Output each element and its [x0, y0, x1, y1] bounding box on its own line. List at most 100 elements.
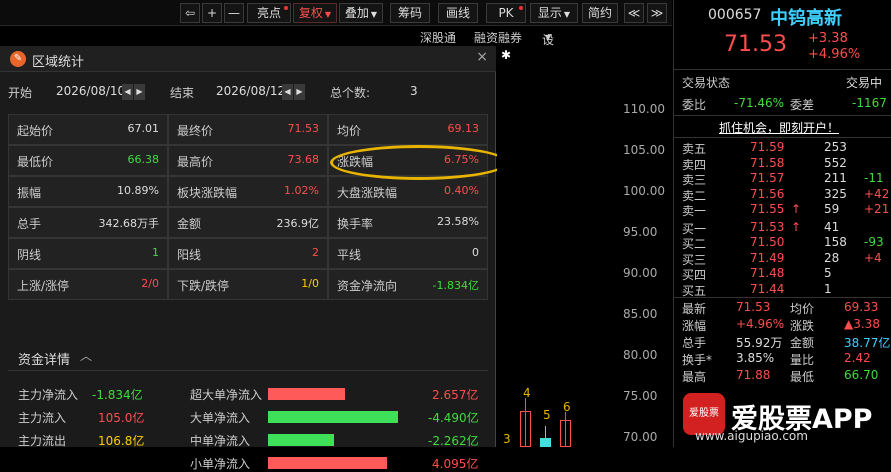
chouma-button[interactable]: 筹码	[390, 3, 430, 23]
open-account-banner[interactable]: 抓住机会，即刻开户！	[719, 119, 839, 136]
fuquan-button[interactable]: 复权 ▼	[293, 3, 337, 23]
stat-value: 67.01	[127, 122, 160, 135]
panel-titlebar[interactable]: ✎ 区域统计 ×	[0, 46, 496, 72]
stat-value: 55.92万	[736, 336, 783, 350]
stat-value: 2.42	[844, 351, 871, 365]
diejia-button[interactable]: 叠加 ▼	[339, 3, 383, 23]
toolbar: ⇦ + — 亮点 复权 ▼ 叠加 ▼ 筹码 画线 PK 显示 ▼ 简约 ≪ ≫	[0, 0, 672, 26]
ask-price: 71.58	[750, 155, 785, 170]
bid-volume: 1	[824, 281, 832, 296]
pk-button[interactable]: PK	[486, 3, 526, 23]
stat-value: 3.85%	[736, 351, 775, 365]
watermark-url: www.aigupiao.com	[695, 429, 808, 443]
next-button[interactable]: ≫	[647, 3, 667, 23]
divider	[8, 370, 488, 371]
flow-label: 大单净流入	[190, 411, 251, 425]
jianyue-button[interactable]: 简约	[582, 3, 618, 23]
stat-cell: 总手 342.68万手	[8, 207, 168, 238]
stat-label: 涨幅	[682, 319, 707, 333]
stat-value: 0	[472, 246, 479, 259]
xianshi-label: 显示	[537, 6, 562, 20]
end-label: 结束	[170, 86, 195, 100]
chevron-up-icon[interactable]: ︿	[80, 347, 92, 364]
xianshi-button[interactable]: 显示 ▼	[530, 3, 578, 23]
pk-label: PK	[498, 6, 514, 20]
back-button[interactable]: ⇦	[180, 3, 200, 23]
y-tick: 105.00	[623, 143, 665, 157]
ask-delta: +21	[864, 202, 890, 216]
fund-label: 主力流入	[18, 411, 67, 425]
panel-title: 区域统计	[32, 55, 85, 70]
fund-label: 主力净流入	[18, 388, 79, 402]
stat-value: 66.70	[844, 368, 879, 382]
ask-price: 71.57	[750, 171, 785, 185]
stat-cell: 最高价 73.68	[168, 145, 328, 176]
stat-cell: 最终价 71.53	[168, 114, 328, 145]
bid-level-label: 买二	[682, 237, 707, 251]
stat-value: +4.96%	[736, 317, 785, 331]
zoom-in-button[interactable]: +	[202, 3, 222, 23]
bid-price: 71.49	[750, 250, 785, 265]
stat-label: 量比	[790, 353, 815, 367]
stat-label: 最低	[790, 370, 815, 384]
chevron-right-icon[interactable]: ▶	[294, 84, 305, 100]
stat-label: 总手	[17, 217, 42, 231]
stat-cell: 上涨/涨停 2/0	[8, 269, 168, 300]
stat-cell: 资金净流向 -1.834亿	[328, 269, 488, 300]
stat-cell: 振幅 10.89%	[8, 176, 168, 207]
bid-price: 71.50	[750, 235, 785, 249]
ask-volume: 253	[824, 140, 847, 154]
start-date-stepper[interactable]: ◀ ▶	[122, 83, 146, 100]
candle-body	[560, 420, 571, 447]
stat-label: 上涨/涨停	[17, 279, 70, 293]
y-tick: 85.00	[623, 307, 658, 321]
status-value: 交易中	[846, 76, 883, 90]
stat-value: 38.77亿	[844, 336, 891, 350]
stat-cell: 阴线 1	[8, 238, 168, 269]
fund-value: -1.834亿	[92, 388, 143, 402]
close-icon[interactable]: ×	[476, 49, 488, 65]
stat-label: 均价	[790, 302, 815, 316]
sub-toolbar: 深股通 融资融券 设置均线▼	[400, 27, 672, 98]
chevron-left-icon[interactable]: ◀	[122, 84, 133, 100]
candle-body	[520, 411, 531, 447]
kline-chart[interactable]: ✱ 110.00 105.00 100.00 95.00 90.00 85.00…	[497, 46, 672, 447]
stat-label: 涨跌	[790, 319, 815, 333]
start-date[interactable]: 2026/08/10	[56, 84, 125, 98]
prev-button[interactable]: ≪	[624, 3, 644, 23]
stat-value: 66.38	[127, 153, 160, 166]
rongzi-link[interactable]: 融资融券	[474, 29, 522, 46]
stat-value: 342.68万手	[98, 217, 160, 230]
flow-value: -2.262亿	[428, 434, 479, 448]
stat-label: 金额	[177, 217, 202, 231]
liangdian-button[interactable]: 亮点	[247, 3, 291, 23]
y-tick: 110.00	[623, 102, 665, 116]
end-date-stepper[interactable]: ◀ ▶	[282, 83, 306, 100]
fund-value: 106.8亿	[98, 434, 145, 448]
fund-details-header: 资金详情	[18, 353, 71, 368]
caret-down-icon: ▼	[370, 10, 378, 19]
shengutong-link[interactable]: 深股通	[420, 29, 456, 46]
ma-settings-link[interactable]: 设置均线▼	[542, 29, 554, 98]
price-change-pct: +4.96%	[808, 47, 861, 62]
y-tick: 70.00	[623, 430, 658, 444]
stat-label: 板块涨跌幅	[177, 186, 238, 200]
stat-value: 69.13	[447, 122, 480, 135]
last-price: 71.53	[724, 32, 787, 57]
bid-level-label: 买四	[682, 268, 707, 282]
stock-name: 中钨高新	[770, 8, 842, 29]
flow-label: 中单净流入	[190, 434, 251, 448]
zoom-out-button[interactable]: —	[224, 3, 244, 23]
chevron-right-icon[interactable]: ▶	[134, 84, 145, 100]
chevron-left-icon[interactable]: ◀	[282, 84, 293, 100]
huaxian-button[interactable]: 画线	[438, 3, 478, 23]
end-date[interactable]: 2026/08/12	[216, 84, 285, 98]
stat-label: 阳线	[177, 248, 202, 262]
diejia-label: 叠加	[344, 6, 369, 20]
flow-bar	[268, 388, 345, 400]
candle-mark: 5	[543, 408, 551, 422]
quote-panel: 000657 中钨高新 71.53 +3.38 +4.96% 交易状态 交易中 …	[673, 0, 891, 447]
status-label: 交易状态	[682, 76, 731, 90]
up-arrow-icon: ↑	[791, 202, 802, 216]
bid-price: 71.53	[750, 219, 785, 234]
